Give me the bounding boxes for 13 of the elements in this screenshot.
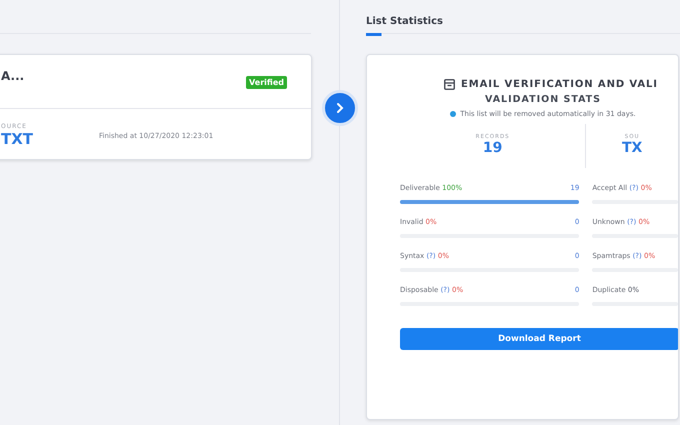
- chevron-right-icon: [334, 102, 346, 114]
- summary-value: 19: [482, 140, 502, 156]
- card-subtitle: VALIDATION STATS: [484, 94, 602, 105]
- verified-badge: Verified: [246, 76, 287, 89]
- summary-value: TX: [622, 140, 642, 156]
- archive-icon: [444, 79, 455, 90]
- info-dot: [450, 111, 456, 117]
- card-title: EMAIL VERIFICATION AND VALI: [461, 79, 658, 90]
- list-name: A...: [1, 69, 24, 83]
- source-value: TXT: [1, 130, 34, 148]
- download-report-button[interactable]: Download Report: [400, 328, 678, 350]
- next-button[interactable]: [322, 90, 358, 126]
- tab[interactable]: List Statistics: [366, 0, 443, 36]
